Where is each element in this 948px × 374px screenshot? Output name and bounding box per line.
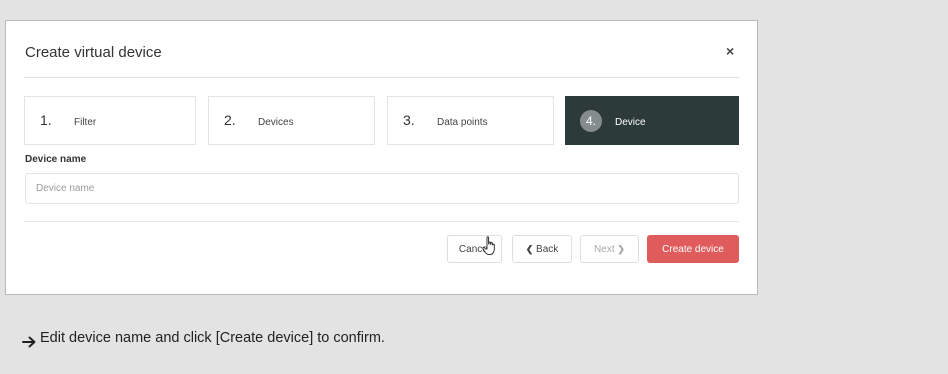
next-button[interactable]: Next ❯	[580, 235, 639, 263]
step-devices[interactable]: 2. Devices	[208, 96, 375, 145]
header-divider	[24, 77, 739, 78]
chevron-left-icon: ❮	[525, 243, 534, 254]
create-virtual-device-dialog: Create virtual device × 1. Filter 2. Dev…	[5, 20, 758, 295]
step-filter[interactable]: 1. Filter	[24, 96, 196, 145]
next-label: Next	[594, 243, 615, 255]
step-label: Device	[615, 117, 646, 128]
step-number: 3.	[403, 112, 415, 128]
step-device[interactable]: 4. Device	[565, 96, 739, 145]
step-label: Filter	[74, 117, 97, 128]
dialog-title: Create virtual device	[25, 44, 162, 61]
create-device-button[interactable]: Create device	[647, 235, 739, 263]
arrow-right-icon	[22, 336, 36, 348]
step-label: Devices	[258, 117, 294, 128]
device-name-label: Device name	[25, 154, 87, 165]
chevron-right-icon: ❯	[617, 243, 625, 254]
device-name-input[interactable]	[25, 173, 739, 204]
step-number: 1.	[40, 112, 52, 128]
footer-divider	[24, 221, 739, 222]
step-data-points[interactable]: 3. Data points	[387, 96, 554, 145]
instruction-text: Edit device name and click [Create devic…	[40, 330, 385, 346]
back-label: Back	[536, 243, 559, 255]
back-button[interactable]: ❮ Back	[512, 235, 572, 263]
step-label: Data points	[437, 117, 488, 128]
step-number: 4.	[580, 110, 602, 132]
hand-pointer-icon	[482, 236, 495, 256]
close-button[interactable]: ×	[726, 43, 734, 59]
step-number: 2.	[224, 112, 236, 128]
